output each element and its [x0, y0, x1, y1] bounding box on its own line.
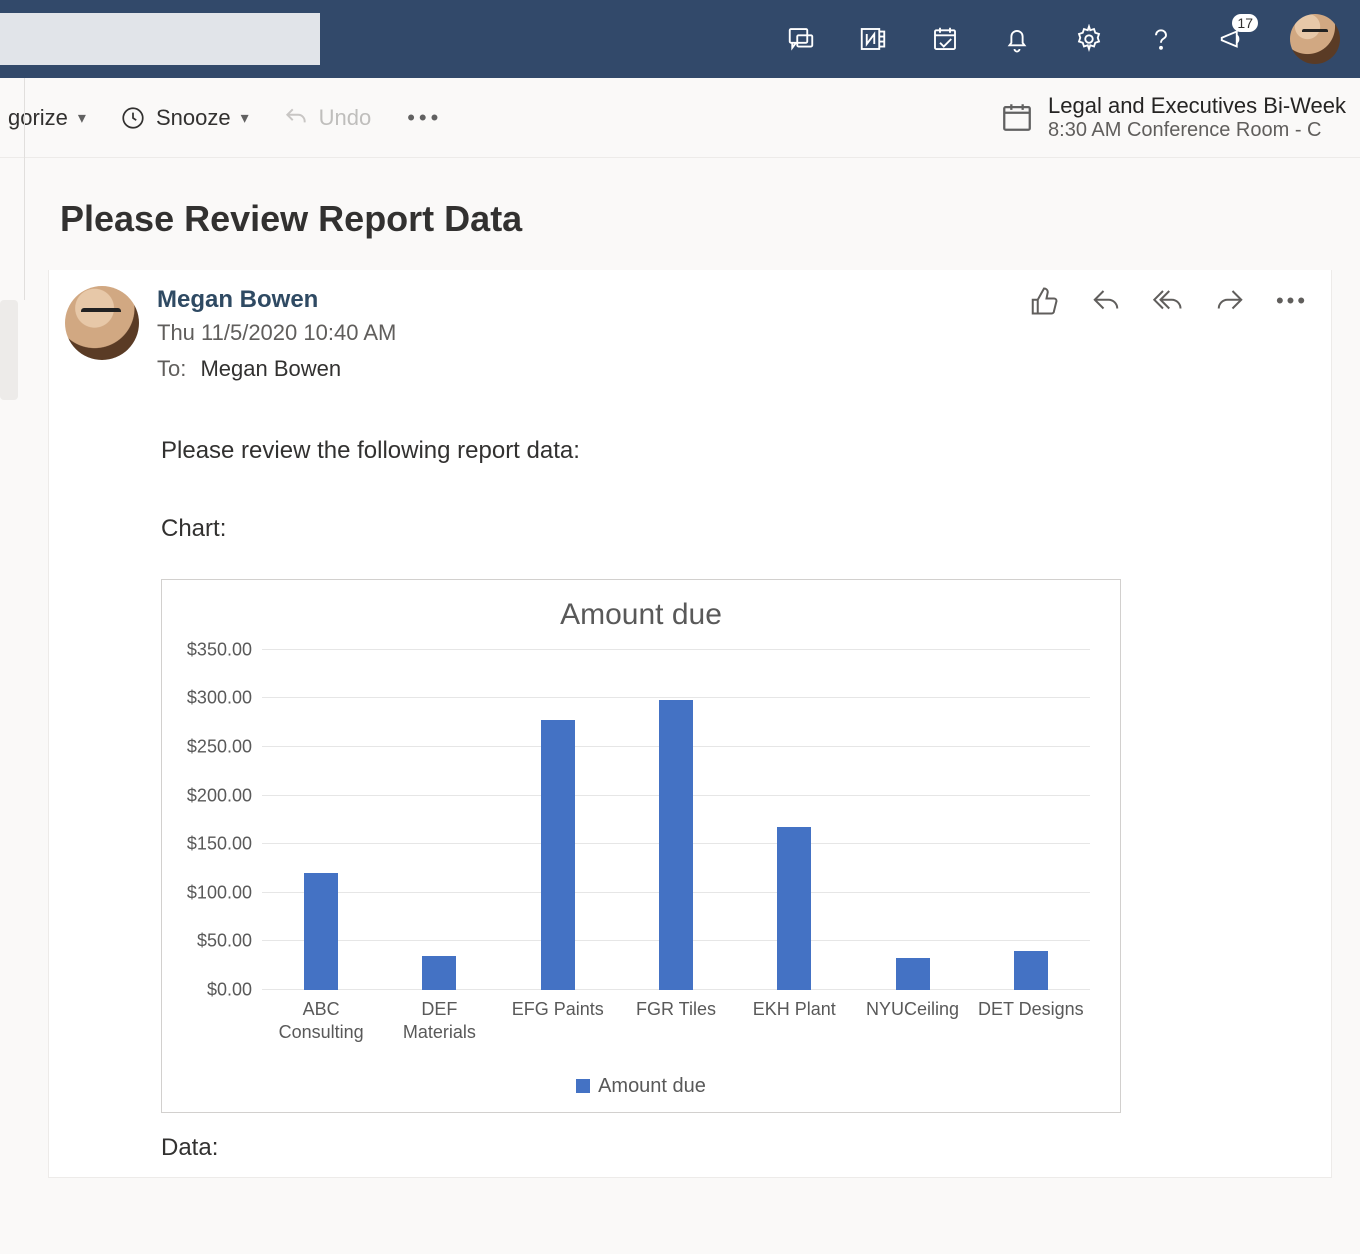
- app-header: 17: [0, 0, 1360, 78]
- chart-bar-column: [380, 650, 498, 990]
- chart-bar: [1014, 951, 1048, 990]
- search-input[interactable]: [0, 13, 320, 65]
- chart-bar: [777, 827, 811, 990]
- clock-icon: [120, 105, 146, 131]
- chevron-down-icon: ▾: [78, 108, 86, 128]
- chart-x-tick: DEFMaterials: [380, 998, 498, 1045]
- message-toolbar: gorize ▾ Snooze ▾ Undo ••• Legal and Exe…: [0, 78, 1360, 158]
- chart-bar-column: [262, 650, 380, 990]
- undo-icon: [283, 105, 309, 131]
- chart-y-tick: $100.00: [187, 882, 262, 903]
- reply-all-button[interactable]: [1153, 286, 1183, 316]
- chart-y-tick: $350.00: [187, 639, 262, 660]
- chart-y-tick: $200.00: [187, 785, 262, 806]
- chart-bar: [659, 700, 693, 989]
- forward-button[interactable]: [1215, 286, 1245, 316]
- chevron-down-icon: ▾: [241, 108, 249, 128]
- message-body: Please review the following report data:…: [161, 432, 1307, 549]
- announcements-icon[interactable]: 17: [1218, 24, 1248, 54]
- chart-bar: [304, 873, 338, 990]
- chart-y-tick: $150.00: [187, 834, 262, 855]
- calendar-icon: [1000, 100, 1034, 134]
- onenote-icon[interactable]: [858, 24, 888, 54]
- todo-icon[interactable]: [930, 24, 960, 54]
- message-card: Megan Bowen Thu 11/5/2020 10:40 AM To: M…: [48, 270, 1332, 1178]
- like-button[interactable]: [1029, 286, 1059, 316]
- reading-pane: Please Review Report Data Megan Bowen Th…: [0, 158, 1360, 1178]
- chart-bar: [422, 956, 456, 990]
- chart-y-tick: $300.00: [187, 688, 262, 709]
- chart-bars: [262, 650, 1090, 990]
- categorize-label: gorize: [8, 105, 68, 131]
- legend-text: Amount due: [598, 1075, 706, 1097]
- chart-bar: [896, 958, 930, 990]
- message-body-continued: Data:: [161, 1129, 1307, 1167]
- categorize-button[interactable]: gorize ▾: [0, 99, 94, 137]
- sent-date: Thu 11/5/2020 10:40 AM: [157, 320, 1011, 346]
- chart-bar-column: [853, 650, 971, 990]
- chart-x-tick: NYUCeiling: [853, 998, 971, 1045]
- chart-bar-column: [617, 650, 735, 990]
- snooze-button[interactable]: Snooze ▾: [112, 99, 257, 137]
- chart-plot-area: $0.00$50.00$100.00$150.00$200.00$250.00$…: [262, 650, 1090, 990]
- chart-legend: Amount due: [172, 1075, 1110, 1098]
- chart-bar-column: [499, 650, 617, 990]
- chart-y-tick: $50.00: [197, 931, 262, 952]
- reading-pane-splitter[interactable]: [0, 300, 18, 400]
- to-label: To:: [157, 356, 186, 381]
- more-message-actions[interactable]: •••: [1277, 286, 1307, 316]
- message-header: Megan Bowen Thu 11/5/2020 10:40 AM To: M…: [65, 286, 1307, 382]
- chart-title: Amount due: [172, 598, 1110, 632]
- undo-button[interactable]: Undo: [275, 99, 380, 137]
- recipients-line: To: Megan Bowen: [157, 356, 1011, 382]
- chart-x-tick: DET Designs: [972, 998, 1090, 1045]
- settings-icon[interactable]: [1074, 24, 1104, 54]
- snooze-label: Snooze: [156, 105, 231, 131]
- chart-y-tick: $250.00: [187, 736, 262, 757]
- chat-icon[interactable]: [786, 24, 816, 54]
- pane-divider: [24, 78, 25, 300]
- chart-bar-column: [972, 650, 1090, 990]
- event-subtitle: 8:30 AM Conference Room - C: [1048, 119, 1346, 142]
- to-value: Megan Bowen: [200, 356, 341, 381]
- chart-x-axis: ABCConsultingDEFMaterialsEFG PaintsFGR T…: [262, 998, 1090, 1045]
- upcoming-event[interactable]: Legal and Executives Bi-Week 8:30 AM Con…: [1000, 93, 1346, 142]
- sender-name[interactable]: Megan Bowen: [157, 286, 1011, 314]
- notification-badge: 17: [1232, 14, 1258, 32]
- body-intro: Please review the following report data:: [161, 432, 1307, 470]
- sender-avatar[interactable]: [65, 286, 139, 360]
- chart-x-tick: ABCConsulting: [262, 998, 380, 1045]
- more-actions-button[interactable]: •••: [397, 105, 452, 131]
- chart-container: Amount due $0.00$50.00$100.00$150.00$200…: [161, 579, 1121, 1113]
- body-data-label: Data:: [161, 1129, 1307, 1167]
- body-chart-label: Chart:: [161, 510, 1307, 548]
- profile-avatar[interactable]: [1290, 14, 1340, 64]
- legend-swatch: [576, 1079, 590, 1093]
- reply-button[interactable]: [1091, 286, 1121, 316]
- message-actions: •••: [1029, 286, 1307, 316]
- notifications-icon[interactable]: [1002, 24, 1032, 54]
- chart-bar: [541, 720, 575, 990]
- chart-x-tick: EKH Plant: [735, 998, 853, 1045]
- chart-x-tick: FGR Tiles: [617, 998, 735, 1045]
- message-subject: Please Review Report Data: [60, 198, 1332, 240]
- chart-x-tick: EFG Paints: [499, 998, 617, 1045]
- undo-label: Undo: [319, 105, 372, 131]
- help-icon[interactable]: [1146, 24, 1176, 54]
- chart-y-tick: $0.00: [207, 979, 262, 1000]
- chart-bar-column: [735, 650, 853, 990]
- header-actions: 17: [786, 14, 1340, 64]
- event-title: Legal and Executives Bi-Week: [1048, 93, 1346, 119]
